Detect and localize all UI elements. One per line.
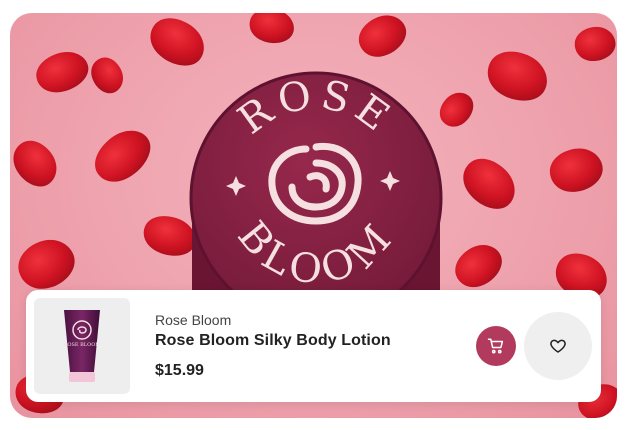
shopping-cart-icon <box>487 338 504 354</box>
product-card[interactable]: ROSE BLOOM Rose Bloom Rose Bloom Silky B… <box>26 290 601 402</box>
thumbnail-logo-text: ROSE BLOOM <box>64 342 101 348</box>
add-to-cart-button[interactable] <box>476 326 516 366</box>
product-brand: Rose Bloom <box>155 312 232 328</box>
add-to-wishlist-button[interactable] <box>524 312 592 380</box>
product-price: $15.99 <box>155 362 204 379</box>
heart-icon <box>550 339 566 353</box>
product-title[interactable]: Rose Bloom Silky Body Lotion <box>155 332 391 350</box>
product-thumbnail[interactable]: ROSE BLOOM <box>34 298 130 394</box>
